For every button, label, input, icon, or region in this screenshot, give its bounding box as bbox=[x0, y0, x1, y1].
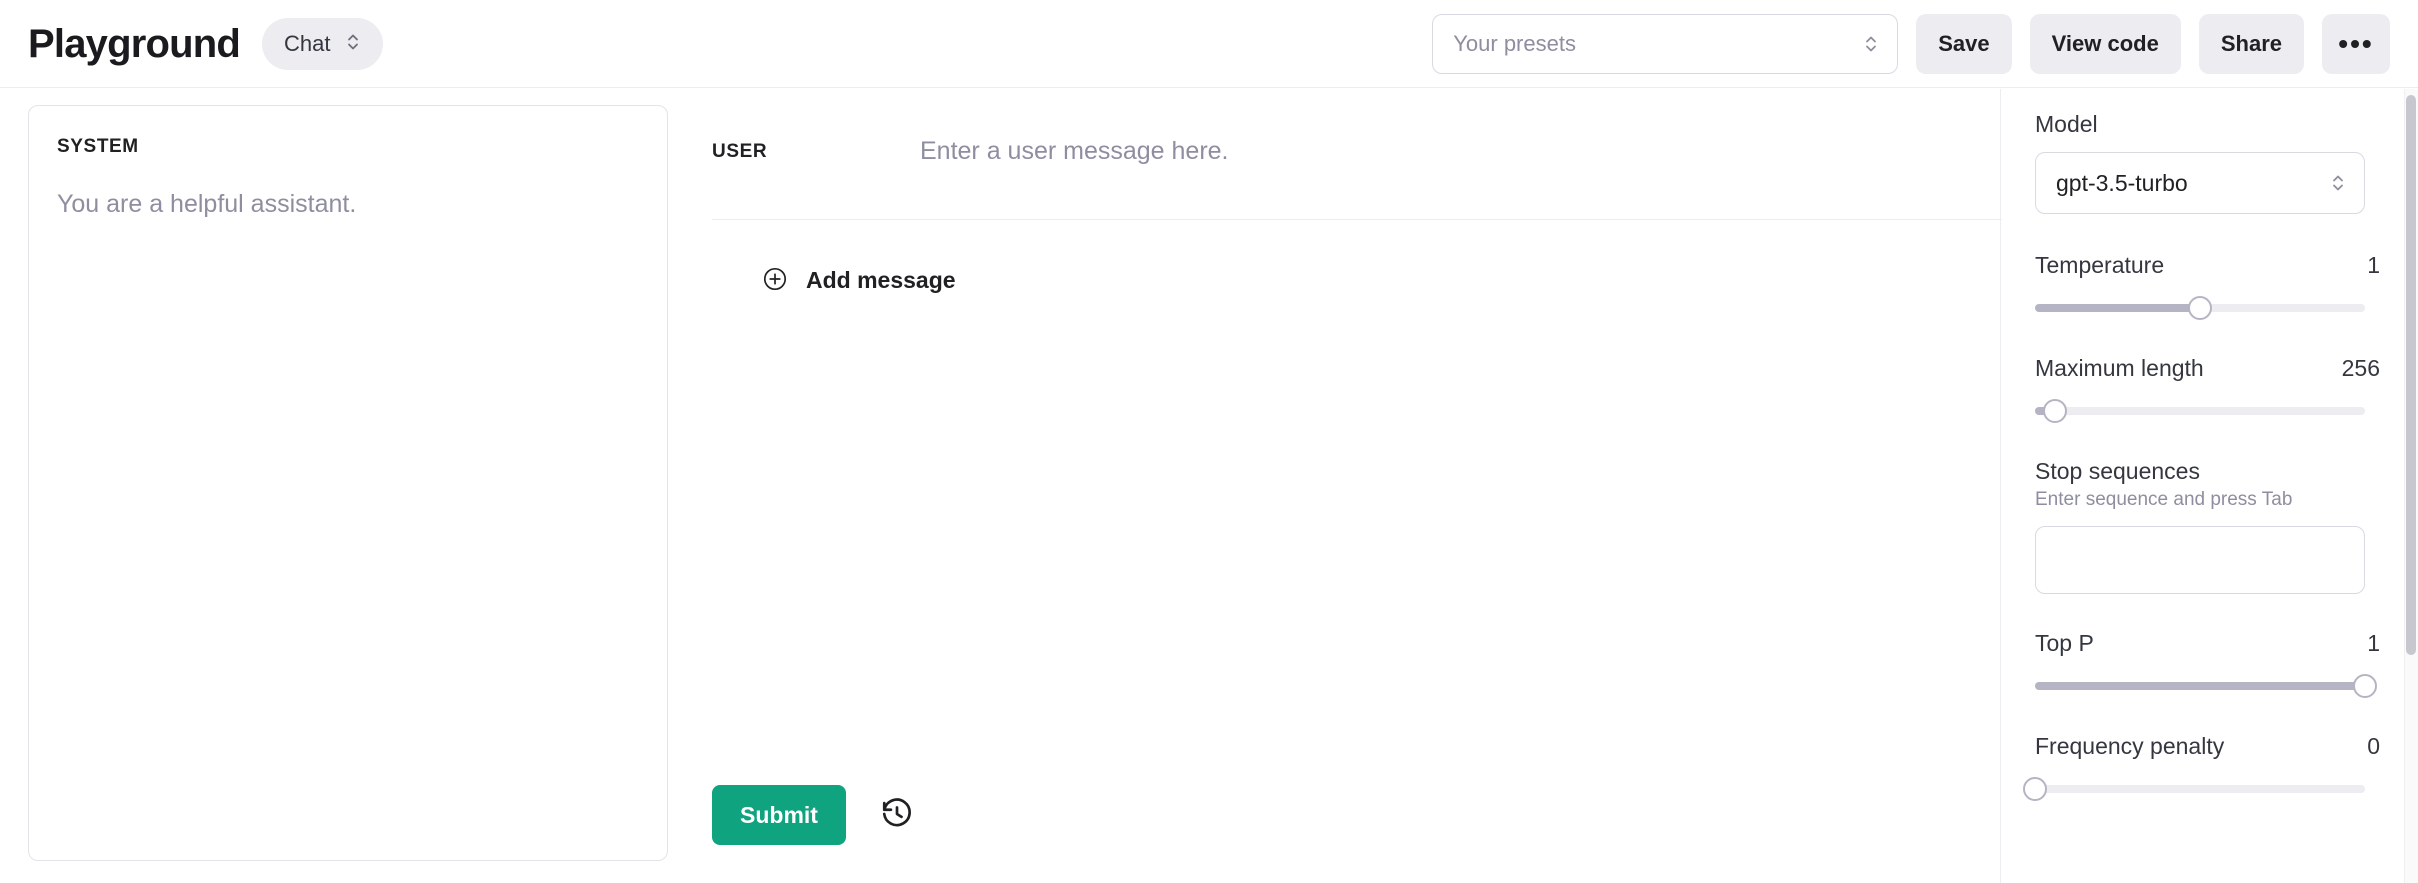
frequency-penalty-slider[interactable] bbox=[2023, 776, 2365, 802]
maximum-length-header: Maximum length 256 bbox=[2035, 357, 2380, 380]
history-button[interactable] bbox=[876, 793, 918, 838]
top-p-header: Top P 1 bbox=[2035, 629, 2380, 656]
submit-row: Submit bbox=[712, 785, 918, 845]
chevron-up-down-icon bbox=[345, 31, 361, 56]
presets-placeholder: Your presets bbox=[1453, 30, 1576, 56]
frequency-penalty-field: Frequency penalty 0 bbox=[2023, 732, 2380, 802]
stop-sequences-hint: Enter sequence and press Tab bbox=[2035, 489, 2293, 510]
temperature-field: Temperature 1 bbox=[2035, 254, 2380, 321]
header-actions-group: Your presets Save View code Share ••• bbox=[1432, 13, 2390, 74]
plus-circle-icon bbox=[762, 266, 788, 295]
slider-thumb[interactable] bbox=[2042, 399, 2067, 423]
system-label: SYSTEM bbox=[57, 136, 139, 157]
header-left-group: Playground Chat bbox=[28, 17, 383, 70]
slider-fill bbox=[2035, 304, 2200, 312]
chevron-up-down-icon bbox=[1863, 33, 1879, 55]
slider-thumb[interactable] bbox=[2188, 296, 2212, 320]
slider-track bbox=[2035, 784, 2365, 793]
message-row: USER Enter a user message here. bbox=[712, 89, 2002, 220]
system-input[interactable]: You are a helpful assistant. bbox=[57, 188, 639, 222]
mode-selector-chat[interactable]: Chat bbox=[262, 17, 383, 70]
top-p-field: Top P 1 bbox=[2035, 629, 2380, 699]
temperature-value: 1 bbox=[2367, 252, 2380, 278]
slider-fill bbox=[2035, 681, 2365, 690]
frequency-penalty-value: 0 bbox=[2367, 732, 2380, 759]
top-p-slider[interactable] bbox=[2035, 673, 2377, 699]
parameters-sidebar: Model gpt-3.5-turbo Temperature 1 Maximu… bbox=[2000, 89, 2418, 883]
top-p-label: Top P bbox=[2035, 629, 2094, 656]
submit-button[interactable]: Submit bbox=[712, 785, 846, 845]
stop-sequences-label: Stop sequences bbox=[2035, 458, 2200, 484]
history-clock-icon bbox=[880, 797, 914, 834]
maximum-length-label: Maximum length bbox=[2035, 355, 2204, 381]
page-title: Playground bbox=[28, 21, 241, 66]
maximum-length-field: Maximum length 256 bbox=[2035, 357, 2380, 424]
stop-sequences-input[interactable] bbox=[2035, 525, 2365, 594]
frequency-penalty-header: Frequency penalty 0 bbox=[2035, 732, 2380, 759]
add-message-button[interactable]: Add message bbox=[756, 258, 962, 303]
temperature-header: Temperature 1 bbox=[2035, 254, 2380, 277]
temperature-label: Temperature bbox=[2035, 252, 2165, 278]
temperature-slider[interactable] bbox=[2035, 295, 2365, 321]
mode-selector-label: Chat bbox=[284, 30, 331, 56]
model-value: gpt-3.5-turbo bbox=[2056, 169, 2188, 196]
top-p-value: 1 bbox=[2367, 629, 2380, 656]
app-header: Playground Chat Your presets Save View c… bbox=[0, 0, 2418, 88]
model-select[interactable]: gpt-3.5-turbo bbox=[2035, 152, 2365, 214]
chevron-up-down-icon bbox=[2330, 171, 2346, 195]
system-message-panel[interactable]: SYSTEM You are a helpful assistant. bbox=[28, 105, 668, 861]
main-body: SYSTEM You are a helpful assistant. USER… bbox=[0, 89, 2418, 883]
message-role-label: USER bbox=[712, 141, 768, 162]
maximum-length-value: 256 bbox=[2341, 355, 2380, 381]
page-scrollbar-thumb[interactable] bbox=[2406, 95, 2416, 655]
add-message-label: Add message bbox=[806, 267, 956, 293]
view-code-button[interactable]: View code bbox=[2029, 13, 2181, 74]
model-field: Model gpt-3.5-turbo bbox=[2035, 113, 2380, 214]
share-button[interactable]: Share bbox=[2198, 13, 2304, 74]
stop-sequences-field: Stop sequences Enter sequence and press … bbox=[2035, 460, 2380, 594]
frequency-penalty-label: Frequency penalty bbox=[2035, 732, 2225, 759]
conversation-column: USER Enter a user message here. Add mess… bbox=[712, 89, 2002, 883]
save-button[interactable]: Save bbox=[1916, 13, 2012, 74]
more-options-button[interactable]: ••• bbox=[2322, 13, 2390, 74]
slider-thumb[interactable] bbox=[2353, 673, 2377, 698]
maximum-length-slider[interactable] bbox=[2035, 398, 2365, 424]
slider-track bbox=[2035, 407, 2365, 415]
user-message-input[interactable]: Enter a user message here. bbox=[920, 135, 2002, 169]
slider-thumb[interactable] bbox=[2023, 776, 2047, 801]
presets-select[interactable]: Your presets bbox=[1432, 13, 1899, 74]
model-label: Model bbox=[2035, 111, 2098, 137]
